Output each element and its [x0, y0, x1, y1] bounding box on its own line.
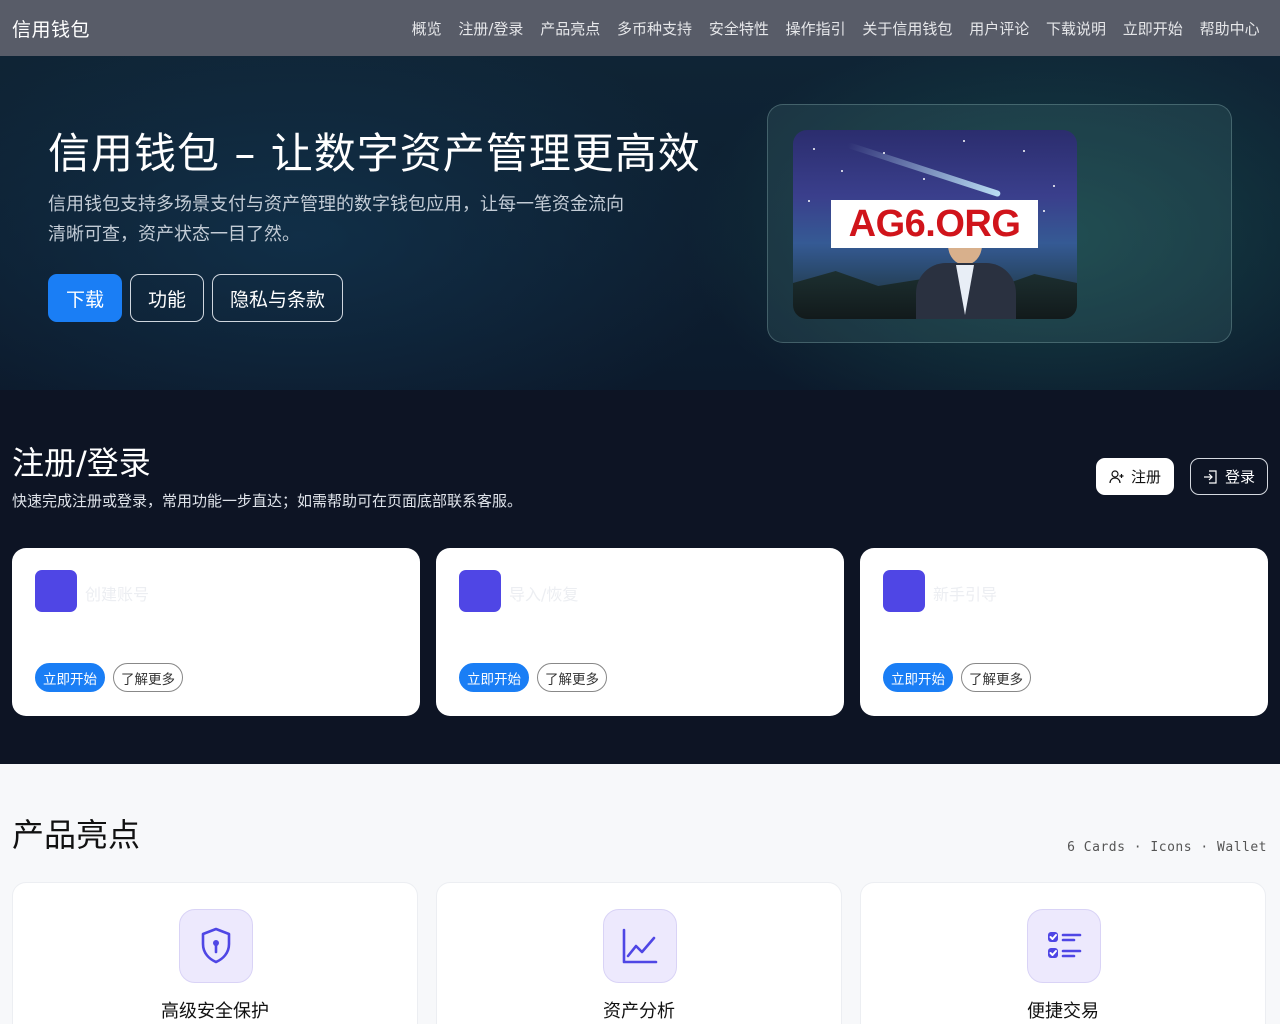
- card-title: 创建账号: [85, 585, 150, 604]
- sign-in-icon: [1203, 469, 1217, 484]
- hero-image: AG6.ORG: [793, 130, 1077, 319]
- highlights-meta: 6 Cards · Icons · Wallet: [1067, 840, 1267, 855]
- login-button[interactable]: 登录: [1189, 458, 1268, 495]
- register-actions: 注册 登录: [1095, 458, 1268, 495]
- download-button[interactable]: 下载: [48, 274, 123, 322]
- card-icon-square: [459, 570, 501, 612]
- highlights-section: 产品亮点 6 Cards · Icons · Wallet 高级安全保护 资产分…: [0, 764, 1280, 1024]
- register-button[interactable]: 注册: [1095, 458, 1174, 495]
- nav-link-download-info[interactable]: 下载说明: [1038, 18, 1115, 39]
- highlight-card-label: 便捷交易: [1027, 1001, 1099, 1022]
- hero-description: 信用钱包支持多场景支付与资产管理的数字钱包应用，让每一笔资金流向清晰可查，资产状…: [48, 194, 624, 245]
- register-button-label: 注册: [1130, 468, 1161, 486]
- hero-image-card: AG6.ORG: [767, 104, 1232, 343]
- user-plus-icon: [1109, 469, 1124, 483]
- card-icon-square: [35, 570, 77, 612]
- register-cards: 创建账号 立即开始 了解更多 导入/恢复 立即开始 了解更多 新手引导 立即开始…: [12, 548, 1268, 716]
- nav-link-guide[interactable]: 操作指引: [777, 18, 854, 39]
- start-now-button[interactable]: 立即开始: [459, 663, 529, 692]
- hero-buttons: 下载 功能 隐私与条款: [48, 274, 344, 322]
- nav-link-multi-currency[interactable]: 多币种支持: [609, 18, 701, 39]
- nav-link-overview[interactable]: 概览: [403, 18, 450, 39]
- hero-title: 信用钱包 – 让数字资产管理更高效: [48, 129, 701, 178]
- nav-link-help[interactable]: 帮助中心: [1191, 18, 1268, 39]
- highlight-card-label: 高级安全保护: [161, 1001, 269, 1022]
- nav-link-security[interactable]: 安全特性: [700, 18, 777, 39]
- register-login-section: 注册/登录 快速完成注册或登录，常用功能一步直达；如需帮助可在页面底部联系客服。…: [0, 390, 1280, 764]
- highlight-card-transactions: 便捷交易: [860, 882, 1266, 1024]
- nav-link-highlights[interactable]: 产品亮点: [532, 18, 609, 39]
- start-now-button[interactable]: 立即开始: [883, 663, 953, 692]
- start-now-button[interactable]: 立即开始: [35, 663, 105, 692]
- highlight-card-label: 资产分析: [603, 1001, 675, 1022]
- brand-logo-text[interactable]: 信用钱包: [12, 15, 90, 42]
- card-icon-square: [883, 570, 925, 612]
- shield-lock-icon: [201, 927, 231, 964]
- highlights-title: 产品亮点: [12, 816, 141, 854]
- nav-link-register-login[interactable]: 注册/登录: [450, 18, 532, 39]
- card-title: 导入/恢复: [509, 585, 579, 604]
- card-create-account: 创建账号 立即开始 了解更多: [12, 548, 420, 716]
- card-beginner-guide: 新手引导 立即开始 了解更多: [860, 548, 1268, 716]
- nav-link-about[interactable]: 关于信用钱包: [854, 18, 961, 39]
- card-title: 新手引导: [933, 585, 998, 604]
- card-import-restore: 导入/恢复 立即开始 了解更多: [436, 548, 844, 716]
- register-section-title: 注册/登录: [12, 444, 151, 482]
- line-chart-icon: [622, 928, 658, 964]
- highlight-cards: 高级安全保护 资产分析 便捷交易: [12, 882, 1266, 1024]
- learn-more-button[interactable]: 了解更多: [961, 663, 1031, 692]
- highlight-card-analytics: 资产分析: [436, 882, 842, 1024]
- checklist-icon: [1048, 932, 1082, 958]
- learn-more-button[interactable]: 了解更多: [537, 663, 607, 692]
- learn-more-button[interactable]: 了解更多: [113, 663, 183, 692]
- highlight-card-security: 高级安全保护: [12, 882, 418, 1024]
- register-section-subtitle: 快速完成注册或登录，常用功能一步直达；如需帮助可在页面底部联系客服。: [12, 492, 523, 510]
- privacy-terms-button[interactable]: 隐私与条款: [212, 274, 344, 322]
- image-sign-text: AG6.ORG: [831, 200, 1038, 248]
- hero-section: 信用钱包 – 让数字资产管理更高效 信用钱包支持多场景支付与资产管理的数字钱包应…: [0, 56, 1280, 390]
- features-button[interactable]: 功能: [130, 274, 205, 322]
- login-button-label: 登录: [1224, 468, 1255, 486]
- top-navbar: 信用钱包 概览 注册/登录 产品亮点 多币种支持 安全特性 操作指引 关于信用钱…: [0, 0, 1280, 56]
- nav-links: 概览 注册/登录 产品亮点 多币种支持 安全特性 操作指引 关于信用钱包 用户评…: [403, 18, 1268, 39]
- nav-link-get-started[interactable]: 立即开始: [1114, 18, 1191, 39]
- nav-link-reviews[interactable]: 用户评论: [961, 18, 1038, 39]
